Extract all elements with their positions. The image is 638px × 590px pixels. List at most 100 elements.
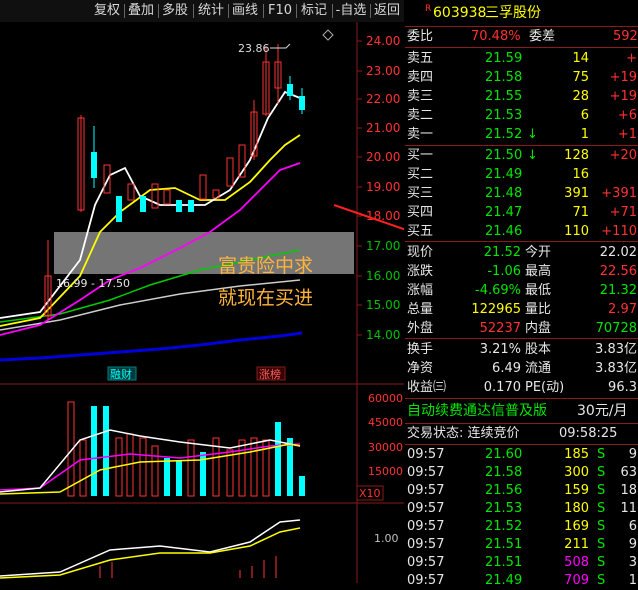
statistics-button[interactable]: 统计: [196, 2, 226, 20]
tick-count: 63: [620, 465, 637, 480]
quote-label: 涨幅: [407, 283, 434, 298]
fundamental-label: 股本: [525, 342, 552, 357]
bid-volume: 16: [572, 167, 589, 182]
bid-label: 买五: [407, 224, 434, 239]
tick-row: 09:57 21.51 508 S 3: [405, 554, 638, 572]
ask-label: 卖四: [407, 70, 434, 85]
macd-tick: 1.00: [374, 532, 399, 545]
bid-label: 买一: [407, 148, 434, 163]
ask-volume: 28: [572, 89, 589, 104]
ask-row[interactable]: 卖一 21.52 ↓ 1 +1: [405, 126, 638, 144]
volume-tick: 30000: [368, 441, 403, 454]
fundamental-label: 净资: [407, 361, 434, 376]
bid-row[interactable]: 买三 21.48 391 +391: [405, 185, 638, 203]
tick-volume: 185: [564, 447, 589, 462]
draw-line-button[interactable]: 画线: [230, 2, 260, 20]
tick-count: 9: [628, 447, 637, 462]
back-button[interactable]: 返回: [372, 2, 402, 20]
kline-chart-area[interactable]: 24.00 23.00 22.00 21.00 20.00 19.00 18.0…: [0, 22, 471, 583]
tick-price: 21.51: [485, 555, 523, 570]
r-flag: R: [425, 4, 432, 14]
multi-stock-button[interactable]: 多股: [160, 2, 190, 20]
bid-label: 买三: [407, 186, 434, 201]
quote-value: 2.97: [608, 302, 637, 317]
tick-volume: 211: [564, 537, 589, 552]
bid-row[interactable]: 买一 21.50 ↓ 128 +20: [405, 147, 638, 165]
ask-volume: 1: [580, 127, 589, 142]
tick-side: S: [597, 555, 606, 570]
bid-label: 买四: [407, 205, 434, 220]
volume-tick: 15000: [368, 465, 403, 478]
ask-price: 21.53: [485, 108, 523, 123]
ad-text-line1: 富贵险中求: [218, 255, 313, 277]
quote-value: -4.69%: [475, 283, 521, 298]
mark-button[interactable]: 标记: [299, 2, 329, 20]
promo-banner[interactable]: 自动续费通达信普及版 30元/月: [405, 401, 638, 421]
tick-volume: 508: [564, 555, 589, 570]
bid-price: 21.49: [485, 167, 523, 182]
fundamental-value: 96.3: [608, 380, 637, 395]
fundamental-label: 收益㈢: [407, 380, 447, 395]
tick-time: 09:57: [407, 483, 445, 498]
restore-rights-button[interactable]: 复权: [92, 2, 122, 20]
quote-value: 70728: [595, 321, 637, 336]
ask-volume: 6: [580, 108, 589, 123]
ask-label: 卖三: [407, 89, 434, 104]
bid-label: 买二: [407, 167, 434, 182]
bid-change: +71: [609, 205, 637, 220]
ask-row[interactable]: 卖四 21.58 75 +19: [405, 69, 638, 87]
add-watchlist-button[interactable]: -自选: [334, 2, 368, 20]
tick-side: S: [597, 537, 606, 552]
bid-row[interactable]: 买五 21.46 110 +110: [405, 223, 638, 241]
fundamental-row: 收益㈢ 0.170 PE(动) 96.3: [405, 379, 638, 397]
stock-header[interactable]: R 603938 三孚股份: [405, 3, 638, 23]
quote-label: 今开: [525, 245, 552, 260]
bid-change: +110: [601, 224, 637, 239]
bid-arrow-icon: ↓: [527, 148, 538, 163]
f10-button[interactable]: F10: [266, 2, 294, 20]
promo-price: 30元/月: [577, 403, 628, 419]
high-marker-arrow: [270, 43, 291, 49]
bid-row[interactable]: 买二 21.49 16: [405, 166, 638, 184]
ask-change: +1: [617, 127, 637, 142]
tick-side: S: [597, 573, 606, 588]
volume-unit: X10: [359, 487, 381, 500]
quote-label: 内盘: [525, 321, 552, 336]
quote-label: 现价: [407, 245, 434, 260]
fundamental-value: 3.83亿: [595, 342, 637, 357]
bid-price: 21.50: [485, 148, 523, 163]
stock-code: 603938: [433, 5, 487, 21]
bid-volume: 391: [564, 186, 589, 201]
quote-row: 涨幅 -4.69% 最低 21.32: [405, 282, 638, 300]
quote-label: 最高: [525, 264, 552, 279]
ask-price: 21.55: [485, 89, 523, 104]
quote-row: 涨跌 -1.06 最高 22.56: [405, 263, 638, 281]
badge-right: 涨榜: [259, 367, 281, 381]
ask-volume: 75: [572, 70, 589, 85]
tick-volume: 169: [564, 519, 589, 534]
bid-change: +20: [609, 148, 637, 163]
promo-text: 自动续费通达信普及版: [407, 403, 547, 419]
quote-panel: R 603938 三孚股份 委比 70.48% 委差 592 卖五 21.59 14…: [405, 0, 638, 588]
commission-row: 委比 70.48% 委差 592: [405, 28, 638, 46]
tick-volume: 180: [564, 501, 589, 516]
ask-row[interactable]: 卖三 21.55 28 +19: [405, 88, 638, 106]
tick-count: 11: [620, 501, 637, 516]
overlay-button[interactable]: 叠加: [126, 2, 156, 20]
chart-toolbar: 复权 叠加 多股 统计 画线 F10 标记 -自选 返回: [0, 0, 404, 22]
bid-price: 21.46: [485, 224, 523, 239]
ad-text-line2: 就现在买进: [218, 287, 313, 309]
ask-row[interactable]: 卖五 21.59 14 +: [405, 50, 638, 68]
ask-label: 卖五: [407, 51, 434, 66]
ask-row[interactable]: 卖二 21.53 6 +6: [405, 107, 638, 125]
ask-change: +19: [609, 89, 637, 104]
tick-time: 09:57: [407, 537, 445, 552]
bid-row[interactable]: 买四 21.47 71 +71: [405, 204, 638, 222]
price-tick: 20.00: [366, 150, 400, 164]
bid-volume: 71: [572, 205, 589, 220]
fundamental-label: 流通: [525, 361, 552, 376]
ask-label: 卖二: [407, 108, 434, 123]
tick-count: 1: [628, 573, 637, 588]
price-tick: 16.00: [366, 269, 400, 283]
ask-change: +6: [617, 108, 637, 123]
